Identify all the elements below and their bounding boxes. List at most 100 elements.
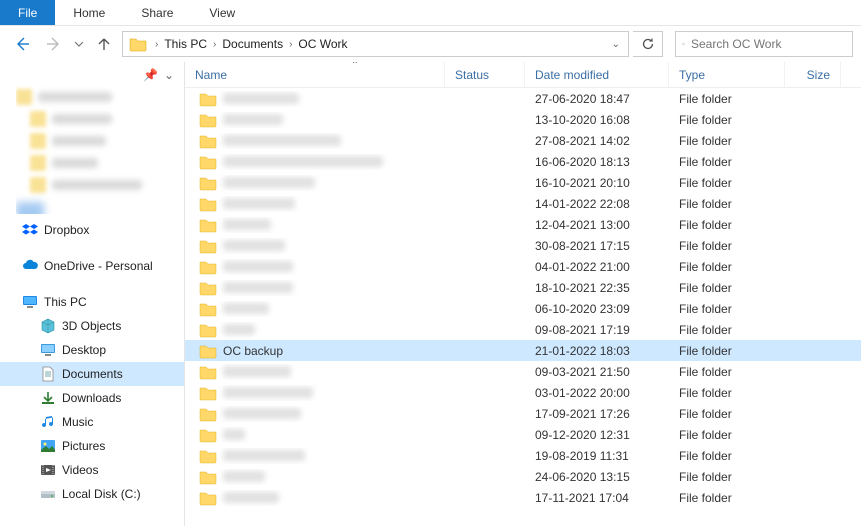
chevron-right-icon[interactable]: ›: [285, 39, 296, 50]
sidebar-item-3d-objects[interactable]: 3D Objects: [0, 314, 184, 338]
file-type: File folder: [669, 92, 785, 106]
file-type: File folder: [669, 239, 785, 253]
chevron-down-icon[interactable]: ⌄: [164, 68, 174, 82]
pin-icon[interactable]: 📌: [143, 68, 158, 82]
file-row[interactable]: 09-08-2021 17:19File folder: [185, 319, 861, 340]
sidebar-label: Music: [62, 415, 93, 429]
column-size[interactable]: Size: [785, 62, 841, 87]
file-row[interactable]: 09-03-2021 21:50File folder: [185, 361, 861, 382]
home-tab[interactable]: Home: [55, 0, 123, 25]
file-type: File folder: [669, 176, 785, 190]
file-date: 17-11-2021 17:04: [525, 491, 669, 505]
sidebar-item-downloads[interactable]: Downloads: [0, 386, 184, 410]
file-row[interactable]: 14-01-2022 22:08File folder: [185, 193, 861, 214]
sidebar-item-music[interactable]: Music: [0, 410, 184, 434]
sidebar-item-thispc[interactable]: This PC: [0, 290, 184, 314]
sidebar-label: Local Disk (C:): [62, 487, 141, 501]
file-row[interactable]: 03-01-2022 20:00File folder: [185, 382, 861, 403]
file-row[interactable]: 13-10-2020 16:08File folder: [185, 109, 861, 130]
sidebar-item-pictures[interactable]: Pictures: [0, 434, 184, 458]
sidebar-header-icons: 📌 ⌄: [0, 66, 184, 84]
ribbon: File Home Share View: [0, 0, 861, 26]
sidebar-item-dropbox[interactable]: Dropbox: [0, 218, 184, 242]
file-name-blurred: [223, 366, 291, 377]
chevron-right-icon[interactable]: ›: [151, 39, 162, 50]
file-row[interactable]: OC backup21-01-2022 18:03File folder: [185, 340, 861, 361]
file-date: 16-06-2020 18:13: [525, 155, 669, 169]
file-name-blurred: [223, 219, 271, 230]
folder-icon: [199, 112, 217, 128]
breadcrumb-item[interactable]: OC Work: [296, 37, 349, 51]
forward-button[interactable]: [40, 30, 68, 58]
file-row[interactable]: 16-10-2021 20:10File folder: [185, 172, 861, 193]
file-row[interactable]: 19-08-2019 11:31File folder: [185, 445, 861, 466]
file-date: 09-03-2021 21:50: [525, 365, 669, 379]
breadcrumb-item[interactable]: Documents: [220, 37, 285, 51]
address-bar[interactable]: › This PC › Documents › OC Work ⌄: [122, 31, 629, 57]
folder-icon: [199, 196, 217, 212]
file-date: 13-10-2020 16:08: [525, 113, 669, 127]
search-input[interactable]: [691, 37, 846, 51]
view-tab[interactable]: View: [191, 0, 253, 25]
back-button[interactable]: [8, 30, 36, 58]
sidebar-item-onedrive[interactable]: OneDrive - Personal: [0, 254, 184, 278]
file-name-blurred: [223, 177, 315, 188]
folder-icon: [199, 259, 217, 275]
file-row[interactable]: 17-09-2021 17:26File folder: [185, 403, 861, 424]
dropbox-icon: [22, 222, 38, 238]
file-name-blurred: [223, 282, 293, 293]
3d-icon: [40, 318, 56, 334]
address-dropdown[interactable]: ⌄: [606, 39, 626, 50]
file-row[interactable]: 27-08-2021 14:02File folder: [185, 130, 861, 151]
folder-icon: [199, 154, 217, 170]
file-date: 06-10-2020 23:09: [525, 302, 669, 316]
chevron-right-icon[interactable]: ›: [209, 39, 220, 50]
file-name-blurred: [223, 135, 341, 146]
folder-icon: [199, 301, 217, 317]
sort-indicator-icon: ⌃: [185, 62, 693, 71]
file-name-blurred: [223, 450, 305, 461]
music-icon: [40, 414, 56, 430]
file-type: File folder: [669, 197, 785, 211]
pictures-icon: [40, 438, 56, 454]
breadcrumb-item[interactable]: This PC: [162, 37, 209, 51]
folder-icon: [199, 91, 217, 107]
up-button[interactable]: [90, 30, 118, 58]
file-type: File folder: [669, 113, 785, 127]
sidebar-item-documents[interactable]: Documents: [0, 362, 184, 386]
file-row[interactable]: 09-12-2020 12:31File folder: [185, 424, 861, 445]
sidebar-label: Videos: [62, 463, 98, 477]
file-type: File folder: [669, 323, 785, 337]
folder-icon: [199, 469, 217, 485]
file-date: 16-10-2021 20:10: [525, 176, 669, 190]
sidebar-item-desktop[interactable]: Desktop: [0, 338, 184, 362]
search-box[interactable]: [675, 31, 853, 57]
file-row[interactable]: 06-10-2020 23:09File folder: [185, 298, 861, 319]
file-tab[interactable]: File: [0, 0, 55, 25]
folder-icon: [199, 238, 217, 254]
file-row[interactable]: 12-04-2021 13:00File folder: [185, 214, 861, 235]
refresh-button[interactable]: [633, 31, 663, 57]
thispc-icon: [22, 294, 38, 310]
sidebar-item-videos[interactable]: Videos: [0, 458, 184, 482]
folder-icon: [199, 364, 217, 380]
file-row[interactable]: 27-06-2020 18:47File folder: [185, 88, 861, 109]
file-row[interactable]: 17-11-2021 17:04File folder: [185, 487, 861, 508]
file-type: File folder: [669, 281, 785, 295]
sidebar-label: This PC: [44, 295, 87, 309]
desktop-icon: [40, 342, 56, 358]
sidebar-label: Desktop: [62, 343, 106, 357]
file-type: File folder: [669, 134, 785, 148]
file-row[interactable]: 18-10-2021 22:35File folder: [185, 277, 861, 298]
sidebar-label: 3D Objects: [62, 319, 121, 333]
share-tab[interactable]: Share: [123, 0, 191, 25]
recent-dropdown[interactable]: [72, 30, 86, 58]
sidebar-item-local-disk-c-[interactable]: Local Disk (C:): [0, 482, 184, 506]
file-date: 09-08-2021 17:19: [525, 323, 669, 337]
file-row[interactable]: 24-06-2020 13:15File folder: [185, 466, 861, 487]
file-row[interactable]: 16-06-2020 18:13File folder: [185, 151, 861, 172]
sidebar-label: Dropbox: [44, 223, 89, 237]
folder-icon: [129, 36, 147, 52]
file-row[interactable]: 30-08-2021 17:15File folder: [185, 235, 861, 256]
file-row[interactable]: 04-01-2022 21:00File folder: [185, 256, 861, 277]
